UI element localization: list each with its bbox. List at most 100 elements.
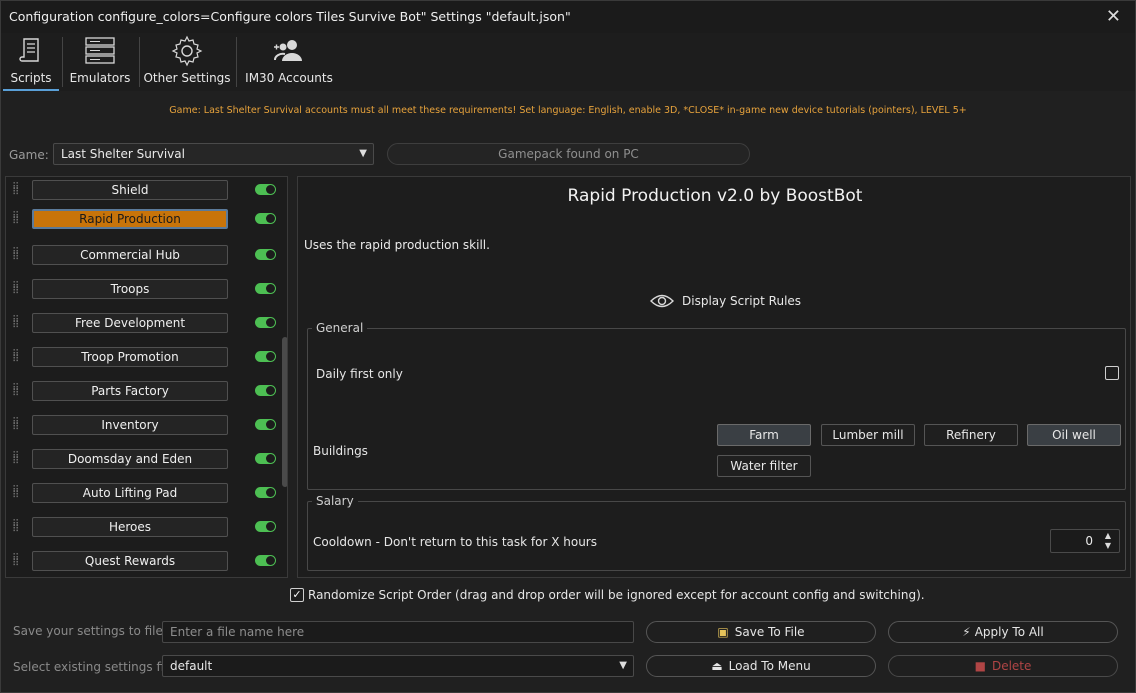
drag-handle-icon[interactable]: ⠿ ⠿ [12, 183, 22, 201]
script-enable-toggle[interactable] [255, 385, 276, 396]
drag-handle-icon[interactable]: ⠿ ⠿ [12, 350, 22, 368]
script-button[interactable]: Commercial Hub [32, 245, 228, 265]
drag-handle-icon[interactable]: ⠿ ⠿ [12, 418, 22, 436]
game-requirements-warning: Game: Last Shelter Survival accounts mus… [169, 105, 967, 116]
script-enable-toggle[interactable] [255, 453, 276, 464]
stepper-arrows-icon[interactable]: ▲ ▼ [1099, 530, 1117, 552]
chevron-down-icon: ▼ [619, 660, 627, 671]
drag-handle-icon[interactable]: ⠿ ⠿ [12, 520, 22, 538]
salary-legend: Salary [312, 494, 358, 508]
list-item[interactable]: ⠿ ⠿ Quest Rewards [6, 551, 287, 577]
script-enable-toggle[interactable] [255, 184, 276, 195]
script-enable-toggle[interactable] [255, 351, 276, 362]
script-button[interactable]: Quest Rewards [32, 551, 228, 571]
script-button[interactable]: Troop Promotion [32, 347, 228, 367]
window-title: Configuration configure_colors=Configure… [9, 9, 571, 24]
script-list-scrollbar[interactable] [282, 337, 287, 487]
script-enable-toggle[interactable] [255, 487, 276, 498]
delete-label: Delete [991, 659, 1032, 673]
drag-handle-icon[interactable]: ⠿ ⠿ [12, 554, 22, 572]
drag-handle-icon[interactable]: ⠿ ⠿ [12, 452, 22, 470]
building-lumber-mill-button[interactable]: Lumber mill [821, 424, 915, 446]
script-title: Rapid Production v2.0 by BoostBot [567, 186, 863, 206]
script-detail-panel: Rapid Production v2.0 by BoostBot Uses t… [297, 176, 1131, 578]
list-item[interactable]: ⠿ ⠿ Auto Lifting Pad [6, 483, 287, 517]
save-to-file-label: Save To File [734, 625, 805, 639]
scroll-icon [19, 38, 39, 62]
drag-handle-icon[interactable]: ⠿ ⠿ [12, 248, 22, 266]
tab-divider [62, 37, 63, 87]
settings-window: Configuration configure_colors=Configure… [0, 0, 1136, 693]
building-farm-button[interactable]: Farm [717, 424, 811, 446]
daily-first-only-checkbox[interactable] [1105, 366, 1119, 380]
building-refinery-button[interactable]: Refinery [924, 424, 1018, 446]
select-settings-label: Select existing settings file [13, 660, 175, 674]
game-select[interactable]: Last Shelter Survival ▼ [53, 143, 374, 165]
randomize-order-checkbox[interactable]: ✓ [290, 588, 304, 602]
save-to-file-button[interactable]: ▣ Save To File [646, 621, 876, 643]
list-item[interactable]: ⠿ ⠿ Parts Factory [6, 381, 287, 415]
load-to-menu-label: Load To Menu [728, 659, 811, 673]
list-item[interactable]: ⠿ ⠿ Doomsday and Eden [6, 449, 287, 483]
apply-to-all-label: Apply To All [974, 625, 1044, 639]
users-icon [274, 40, 302, 61]
tab-divider [236, 37, 237, 87]
close-icon[interactable]: ✕ [1106, 6, 1121, 27]
building-water-filter-button[interactable]: Water filter [717, 455, 811, 477]
script-enable-toggle[interactable] [255, 419, 276, 430]
display-script-rules-button[interactable]: Display Script Rules [650, 293, 801, 309]
floppy-disk-icon: ▣ [717, 625, 729, 639]
script-button[interactable]: Heroes [32, 517, 228, 537]
list-item[interactable]: ⠿ ⠿ Rapid Production [6, 209, 287, 243]
list-item[interactable]: ⠿ ⠿ Free Development [6, 313, 287, 347]
salary-group: Salary Cooldown - Don't return to this t… [307, 494, 1126, 571]
list-item[interactable]: ⠿ ⠿ Inventory [6, 415, 287, 449]
script-button[interactable]: Doomsday and Eden [32, 449, 228, 469]
tab-bar: Scripts Emulators Other Settings IM30 Ac… [1, 33, 1135, 91]
load-to-menu-button[interactable]: ⏏ Load To Menu [646, 655, 876, 677]
drag-handle-icon[interactable]: ⠿ ⠿ [12, 486, 22, 504]
script-enable-toggle[interactable] [255, 317, 276, 328]
settings-file-select-value: default [170, 659, 213, 673]
tab-im30-accounts[interactable]: IM30 Accounts [241, 33, 337, 91]
drag-handle-icon[interactable]: ⠿ ⠿ [12, 282, 22, 300]
script-button[interactable]: Troops [32, 279, 228, 299]
chevron-down-icon: ▼ [359, 148, 367, 159]
script-button[interactable]: Auto Lifting Pad [32, 483, 228, 503]
drag-handle-icon[interactable]: ⠿ ⠿ [12, 212, 22, 230]
drag-handle-icon[interactable]: ⠿ ⠿ [12, 316, 22, 334]
script-enable-toggle[interactable] [255, 213, 276, 224]
tab-scripts[interactable]: Scripts [3, 33, 59, 91]
file-name-input[interactable]: Enter a file name here [162, 621, 634, 643]
list-item[interactable]: ⠿ ⠿ Troops [6, 279, 287, 313]
randomize-order-label: Randomize Script Order (drag and drop or… [308, 588, 925, 602]
game-label: Game: [9, 148, 49, 162]
cooldown-value: 0 [1085, 534, 1093, 548]
tab-emulators-label: Emulators [69, 71, 131, 85]
list-item[interactable]: ⠿ ⠿ Troop Promotion [6, 347, 287, 381]
settings-file-select[interactable]: default ▼ [162, 655, 634, 677]
script-enable-toggle[interactable] [255, 521, 276, 532]
cooldown-stepper[interactable]: 0 ▲ ▼ [1050, 529, 1120, 553]
apply-to-all-button[interactable]: ⚡ Apply To All [888, 621, 1118, 643]
building-oil-well-button[interactable]: Oil well [1027, 424, 1121, 446]
lightning-icon: ⚡ [962, 625, 971, 639]
script-button[interactable]: Parts Factory [32, 381, 228, 401]
display-script-rules-label: Display Script Rules [682, 294, 802, 308]
script-enable-toggle[interactable] [255, 283, 276, 294]
script-button[interactable]: Inventory [32, 415, 228, 435]
drag-handle-icon[interactable]: ⠿ ⠿ [12, 384, 22, 402]
tab-emulators[interactable]: Emulators [67, 33, 133, 91]
delete-button[interactable]: ■ Delete [888, 655, 1118, 677]
general-legend: General [312, 321, 368, 335]
script-button[interactable]: Shield [32, 180, 228, 200]
script-button[interactable]: Free Development [32, 313, 228, 333]
script-enable-toggle[interactable] [255, 249, 276, 260]
script-button[interactable]: Rapid Production [32, 209, 228, 229]
script-enable-toggle[interactable] [255, 555, 276, 566]
tab-scripts-label: Scripts [10, 71, 52, 85]
game-select-value: Last Shelter Survival [61, 147, 185, 161]
tab-other-settings[interactable]: Other Settings [143, 33, 231, 91]
list-item[interactable]: ⠿ ⠿ Commercial Hub [6, 245, 287, 279]
list-item[interactable]: ⠿ ⠿ Heroes [6, 517, 287, 551]
